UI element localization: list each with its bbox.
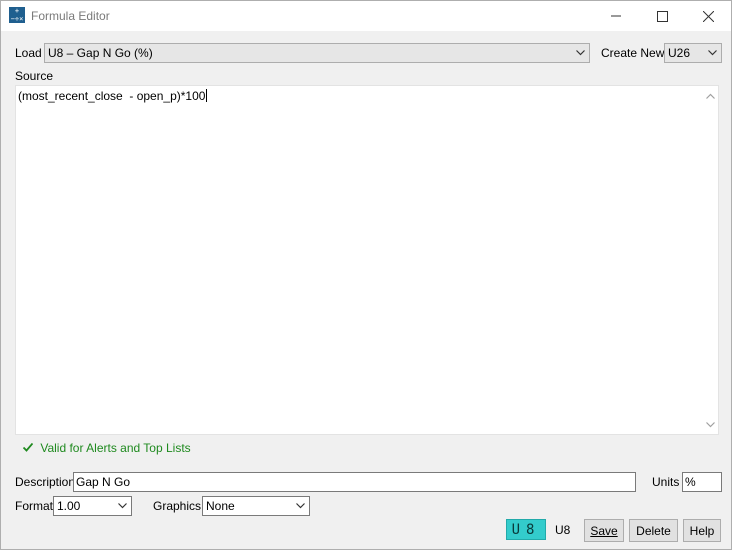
chevron-down-icon <box>708 44 717 62</box>
units-label: Units <box>652 475 680 489</box>
minimize-icon <box>611 15 621 17</box>
source-editor[interactable]: (most_recent_close - open_p)*100 <box>15 85 719 435</box>
help-button[interactable]: Help <box>683 519 721 542</box>
create-new-label: Create New <box>601 46 665 60</box>
source-label: Source <box>15 69 54 83</box>
vertical-scrollbar[interactable] <box>703 86 718 434</box>
chevron-down-icon <box>118 497 127 515</box>
delete-button[interactable]: Delete <box>629 519 678 542</box>
create-new-selected-value: U26 <box>668 46 691 60</box>
load-dropdown[interactable]: U8 – Gap N Go (%) <box>44 43 590 63</box>
graphics-dropdown[interactable]: None <box>202 496 310 516</box>
scroll-up-icon[interactable] <box>705 90 716 101</box>
load-selected-value: U8 – Gap N Go (%) <box>48 46 153 60</box>
maximize-icon <box>656 10 668 22</box>
source-formula-text: (most_recent_close - open_p)*100 <box>18 89 208 103</box>
save-button[interactable]: Save <box>584 519 624 542</box>
app-icon: +−÷× <box>9 7 25 23</box>
minimize-button[interactable] <box>593 1 639 31</box>
load-label: Load <box>15 46 42 60</box>
format-dropdown[interactable]: 1.00 <box>53 496 132 516</box>
chevron-down-icon <box>576 44 585 62</box>
graphics-label: Graphics <box>153 499 202 513</box>
title-bar[interactable]: +−÷× Formula Editor <box>1 1 731 31</box>
help-button-label: Help <box>689 523 715 538</box>
checkmark-icon <box>22 441 36 455</box>
save-button-label: Save <box>590 523 618 538</box>
units-input[interactable]: % <box>682 472 722 492</box>
graphics-selected-value: None <box>206 499 235 513</box>
close-button[interactable] <box>685 1 731 31</box>
chevron-down-icon <box>296 497 305 515</box>
description-input[interactable]: Gap N Go <box>73 472 636 492</box>
maximize-button[interactable] <box>639 1 685 31</box>
validation-status: Valid for Alerts and Top Lists <box>22 441 191 455</box>
slot-label: U8 <box>555 523 571 537</box>
create-new-dropdown[interactable]: U26 <box>664 43 722 63</box>
window-title: Formula Editor <box>31 9 110 23</box>
description-label: Description <box>15 475 76 489</box>
text-caret <box>206 89 208 102</box>
scroll-down-icon[interactable] <box>705 419 716 430</box>
delete-button-label: Delete <box>636 523 671 538</box>
close-icon <box>702 10 714 22</box>
validation-message: Valid for Alerts and Top Lists <box>40 441 191 455</box>
format-selected-value: 1.00 <box>57 499 81 513</box>
format-label: Format <box>15 499 54 513</box>
slot-segment-display: U8 <box>506 519 546 540</box>
formula-editor-window: +−÷× Formula Editor Load U8 – Gap N Go (… <box>0 0 732 550</box>
